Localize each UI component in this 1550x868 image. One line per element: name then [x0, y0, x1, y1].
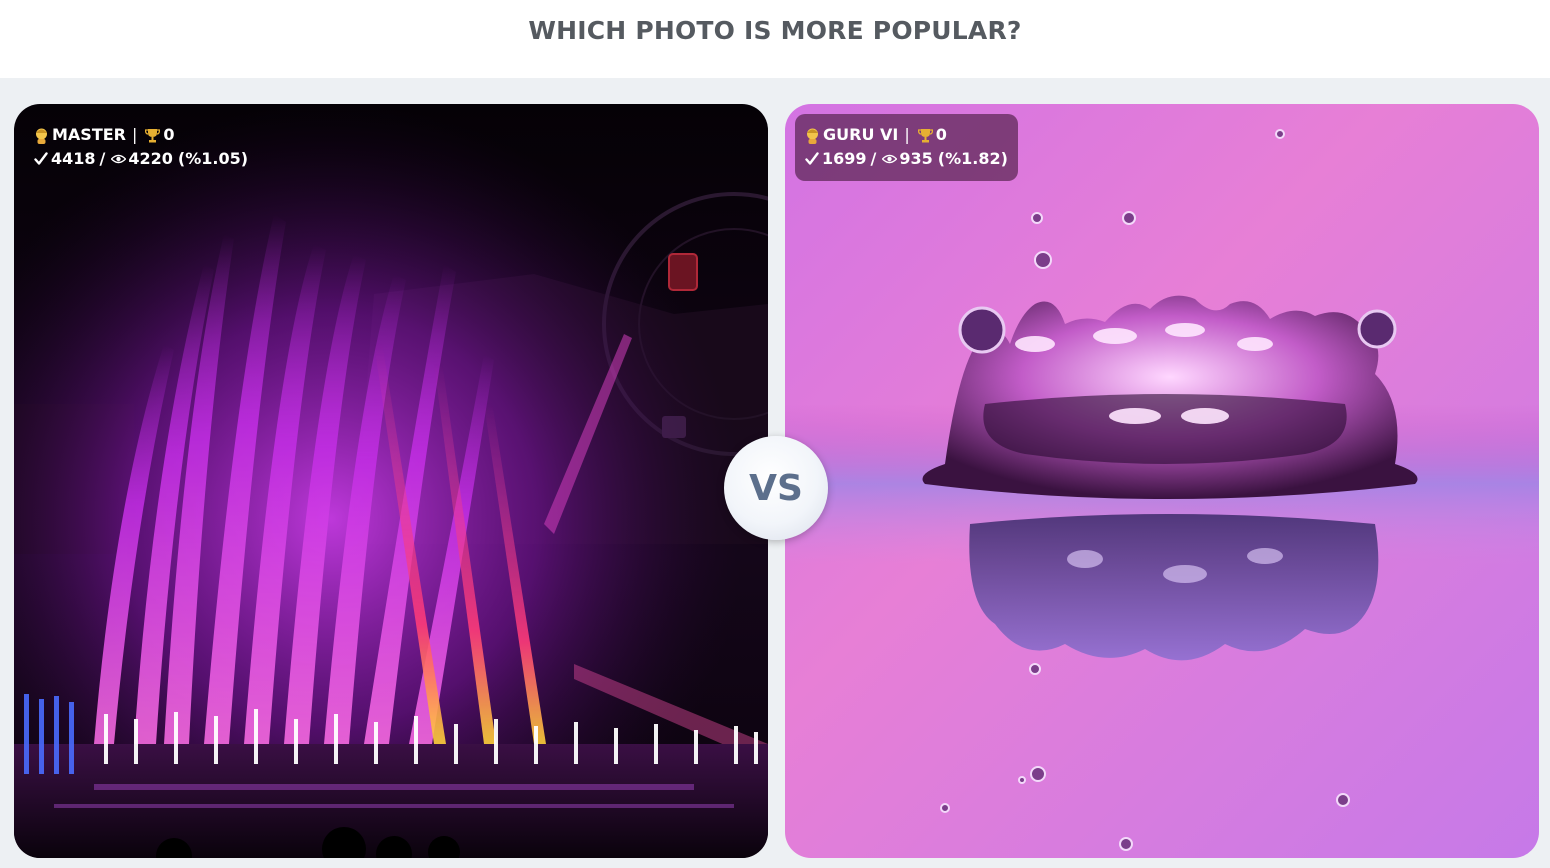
rank-label: MASTER: [52, 125, 126, 144]
stats-row: 1699 / 935 (%1.82): [805, 147, 1008, 171]
separator: /: [870, 149, 877, 168]
rank-row: GURU VI | 0: [805, 123, 1008, 147]
versus-badge: VS: [724, 436, 828, 540]
trophy-icon: [145, 128, 161, 142]
stats-row: 4418 / 4220 (%1.05): [34, 147, 248, 171]
check-icon: [34, 152, 48, 165]
trophy-count: 0: [935, 125, 947, 144]
versus-label: VS: [749, 467, 803, 509]
splash-photo[interactable]: [785, 104, 1539, 858]
separator: |: [904, 125, 910, 144]
photo-stats-left: MASTER | 0 4418 / 4220 (%1.05): [24, 114, 258, 181]
eye-icon: [882, 154, 898, 164]
page-header: WHICH PHOTO IS MORE POPULAR?: [0, 0, 1550, 78]
voting-arena: MASTER | 0 4418 / 4220 (%1.05) GURU VI |…: [0, 78, 1550, 868]
trophy-count: 0: [163, 125, 175, 144]
check-icon: [805, 152, 819, 165]
rank-row: MASTER | 0: [34, 123, 248, 147]
ratio-value: (%1.05): [177, 149, 249, 168]
photo-stats-right: GURU VI | 0 1699 / 935 (%1.82): [795, 114, 1018, 181]
user-badge-icon: [36, 128, 47, 144]
likes-count: 1699: [822, 149, 867, 168]
trophy-icon: [917, 128, 933, 142]
views-count: 935: [899, 149, 933, 168]
user-badge-icon: [807, 128, 818, 144]
rank-label: GURU VI: [823, 125, 899, 144]
ratio-value: (%1.82): [937, 149, 1008, 168]
page-title: WHICH PHOTO IS MORE POPULAR?: [528, 16, 1022, 45]
eye-icon: [111, 154, 127, 164]
photo-card-left[interactable]: MASTER | 0 4418 / 4220 (%1.05): [14, 104, 768, 858]
likes-count: 4418: [51, 149, 96, 168]
photo-card-right[interactable]: GURU VI | 0 1699 / 935 (%1.82): [785, 104, 1539, 858]
separator: |: [132, 125, 138, 144]
views-count: 4220: [128, 149, 173, 168]
fountain-photo[interactable]: [14, 104, 768, 858]
separator: /: [99, 149, 106, 168]
